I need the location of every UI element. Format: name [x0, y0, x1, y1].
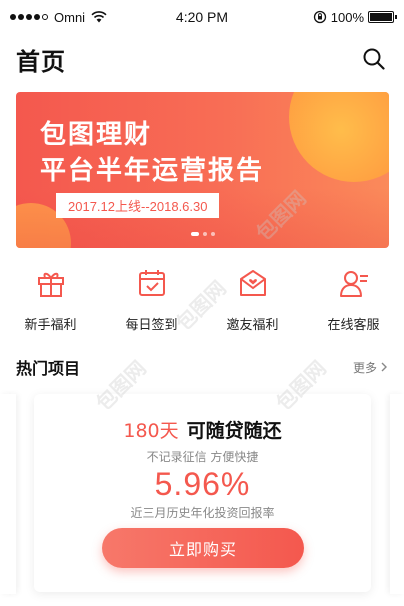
product-rate: 5.96%: [154, 466, 251, 502]
quick-item-label: 新手福利: [24, 318, 77, 333]
quick-item-label: 每日签到: [125, 318, 178, 333]
more-link-label: 更多: [352, 360, 377, 375]
calendar-check-icon: [138, 270, 165, 296]
product-title: 180天 可随贷随还: [34, 416, 371, 443]
promo-banner[interactable]: 包图理财 平台半年运营报告 2017.12上线--2018.6.30: [16, 92, 389, 248]
pager-dot[interactable]: [210, 232, 215, 236]
battery-icon: [368, 11, 397, 23]
product-rate-description: 近三月历史年化投资回报率: [130, 506, 275, 520]
section-title: 热门项目: [16, 359, 81, 378]
signal-strength-icon: [10, 14, 48, 20]
quick-item-label: 在线客服: [327, 318, 380, 333]
battery-percent: 100%: [330, 9, 364, 25]
product-card[interactable]: 180天 可随贷随还 不记录征信 方便快捷 5.96% 近三月历史年化投资回报率 …: [34, 394, 371, 592]
quick-item-newbie-welfare[interactable]: 新手福利: [0, 266, 101, 340]
next-card-edge[interactable]: [390, 394, 404, 594]
banner-decoration: [289, 92, 389, 182]
pager-dot[interactable]: [202, 232, 207, 236]
rotation-lock-icon: [313, 10, 326, 24]
hot-projects-header: 热门项目 更多: [0, 354, 404, 380]
product-tags: 不记录征信 方便快捷: [146, 450, 259, 464]
quick-item-daily-checkin[interactable]: 每日签到: [101, 266, 202, 340]
quick-item-online-service[interactable]: 在线客服: [303, 266, 404, 340]
buy-now-button[interactable]: 立即购买: [102, 528, 304, 568]
banner-title-line2: 平台半年运营报告: [40, 156, 265, 186]
banner-pager[interactable]: [16, 232, 389, 236]
product-term: 180天: [123, 420, 179, 442]
wifi-icon: [91, 11, 107, 23]
page-title: 首页: [16, 47, 66, 76]
quick-item-label: 邀友福利: [226, 318, 279, 333]
pager-dot[interactable]: [190, 232, 199, 236]
search-button[interactable]: [360, 45, 388, 73]
user-service-icon: [339, 271, 368, 297]
banner-date-range: 2017.12上线--2018.6.30: [56, 193, 220, 218]
product-name: 可随贷随还: [186, 420, 282, 442]
more-link[interactable]: 更多: [353, 359, 388, 376]
status-bar: Omni 4:20 PM 100%: [0, 0, 404, 34]
chevron-right-icon: [381, 362, 387, 372]
quick-item-invite-welfare[interactable]: 邀友福利: [202, 266, 303, 340]
quick-menu: 新手福利 每日签到 邀友福利 在线客服: [0, 266, 404, 340]
banner-title-line1: 包图理财: [40, 120, 153, 150]
carrier-name: Omni: [54, 9, 86, 25]
previous-card-edge[interactable]: [0, 394, 16, 594]
search-icon: [363, 48, 385, 70]
gift-icon: [37, 272, 64, 297]
page-header: 首页: [0, 36, 404, 82]
envelope-heart-icon: [239, 270, 266, 296]
